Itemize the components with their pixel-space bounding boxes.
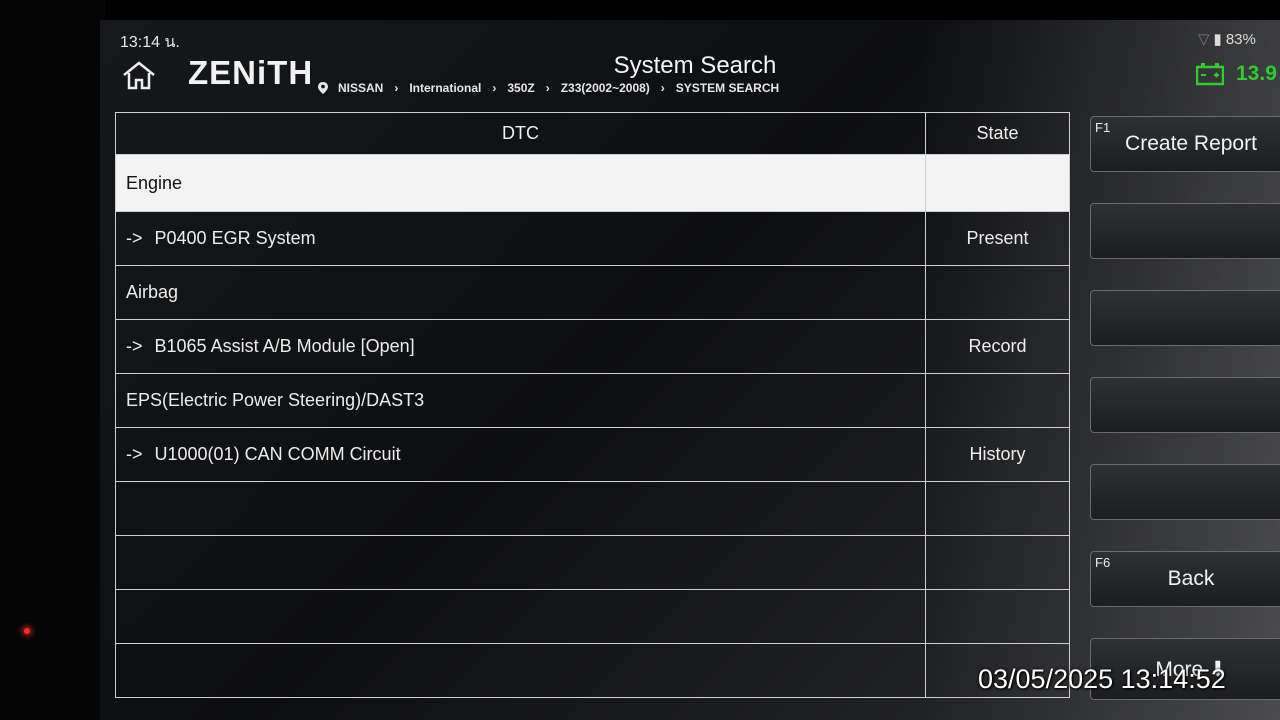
status-time: 13:14 น. xyxy=(120,34,180,51)
table-row-dtc[interactable]: -> U1000(01) CAN COMM Circuit History xyxy=(115,427,1070,482)
breadcrumb-item-region[interactable]: International xyxy=(409,81,481,95)
button-label: Back xyxy=(1167,567,1215,590)
arrow-marker: -> xyxy=(126,444,143,464)
empty-cell xyxy=(115,535,926,590)
function-key-number: F6 xyxy=(1095,555,1111,570)
breadcrumb-chevron-icon: › xyxy=(492,81,497,95)
arrow-marker: -> xyxy=(126,228,143,248)
car-battery-icon xyxy=(1196,63,1224,86)
function-key-f2-button[interactable] xyxy=(1090,203,1280,259)
row-state: Record xyxy=(925,319,1070,374)
empty-cell xyxy=(925,481,1070,536)
row-state xyxy=(925,265,1070,320)
function-key-f5-button[interactable] xyxy=(1090,464,1280,520)
row-label: Airbag xyxy=(115,265,926,320)
empty-cell xyxy=(925,589,1070,644)
table-row-empty xyxy=(115,535,1070,590)
empty-cell xyxy=(115,643,926,698)
power-led xyxy=(24,628,30,634)
home-icon xyxy=(123,61,155,90)
breadcrumb-chevron-icon: › xyxy=(545,81,550,95)
page-title: System Search xyxy=(613,52,777,79)
wifi-icon: ▽ xyxy=(1198,31,1210,48)
row-label: -> B1065 Assist A/B Module [Open] xyxy=(115,319,926,374)
row-label: Engine xyxy=(115,154,926,212)
function-key-f4-button[interactable] xyxy=(1090,377,1280,433)
table-header-row: DTC State xyxy=(115,112,1070,155)
breadcrumb-chevron-icon: › xyxy=(660,81,665,95)
row-state xyxy=(925,154,1070,212)
dtc-table: DTC State Engine -> P0400 EGR System Pres… xyxy=(115,112,1070,698)
breadcrumb-chevron-icon: › xyxy=(394,81,399,95)
voltage-value: 13.9 xyxy=(1236,62,1277,85)
dtc-code-label: P0400 EGR System xyxy=(154,228,316,248)
table-row-group-engine[interactable]: Engine xyxy=(115,154,1070,212)
button-label: Create Report xyxy=(1125,132,1257,155)
battery-voltage: 13.9 xyxy=(1196,62,1277,86)
breadcrumb-item-chassis[interactable]: Z33(2002~2008) xyxy=(561,81,650,95)
table-row-empty xyxy=(115,481,1070,536)
row-state: History xyxy=(925,427,1070,482)
dtc-code-label: B1065 Assist A/B Module [Open] xyxy=(154,336,415,356)
table-row-dtc[interactable]: -> P0400 EGR System Present xyxy=(115,211,1070,266)
breadcrumb-item-current: SYSTEM SEARCH xyxy=(675,81,780,95)
zenith-logo: ZENiTH xyxy=(188,54,314,91)
location-pin-icon xyxy=(318,82,328,94)
row-label: -> P0400 EGR System xyxy=(115,211,926,266)
breadcrumb-item-make[interactable]: NISSAN xyxy=(338,81,383,95)
photo-timestamp-overlay: 03/05/2025 13:14:52 xyxy=(978,664,1226,694)
column-header-state: State xyxy=(925,112,1070,155)
device-bezel xyxy=(0,0,105,720)
table-row-group-eps[interactable]: EPS(Electric Power Steering)/DAST3 xyxy=(115,373,1070,428)
battery-percent: 83% xyxy=(1225,30,1256,48)
row-label: EPS(Electric Power Steering)/DAST3 xyxy=(115,373,926,428)
table-row-dtc[interactable]: -> B1065 Assist A/B Module [Open] Record xyxy=(115,319,1070,374)
breadcrumb-item-model[interactable]: 350Z xyxy=(507,81,534,95)
table-row-empty xyxy=(115,643,1070,698)
table-row-group-airbag[interactable]: Airbag xyxy=(115,265,1070,320)
row-state xyxy=(925,373,1070,428)
status-bar-right: ▽ ▮ 83% xyxy=(1198,30,1256,49)
breadcrumb: NISSAN › International › 350Z › Z33(2002… xyxy=(318,81,779,95)
battery-icon: ▮ xyxy=(1213,31,1222,48)
row-label: -> U1000(01) CAN COMM Circuit xyxy=(115,427,926,482)
row-state: Present xyxy=(925,211,1070,266)
empty-cell xyxy=(115,481,926,536)
arrow-marker: -> xyxy=(126,336,143,356)
empty-cell xyxy=(115,589,926,644)
back-button[interactable]: F6 Back xyxy=(1090,551,1280,607)
create-report-button[interactable]: F1 Create Report xyxy=(1090,116,1280,172)
table-row-empty xyxy=(115,589,1070,644)
dtc-code-label: U1000(01) CAN COMM Circuit xyxy=(154,444,401,464)
empty-cell xyxy=(925,535,1070,590)
home-button[interactable] xyxy=(120,60,158,92)
function-key-number: F1 xyxy=(1095,120,1111,135)
function-key-f3-button[interactable] xyxy=(1090,290,1280,346)
column-header-dtc: DTC xyxy=(115,112,926,155)
